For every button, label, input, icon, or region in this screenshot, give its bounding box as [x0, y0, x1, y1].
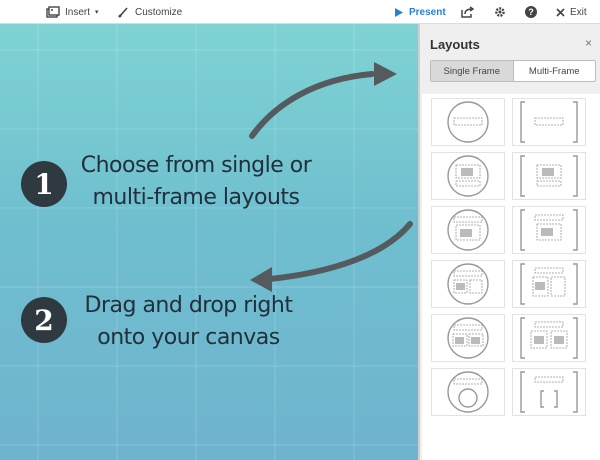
play-icon	[394, 7, 404, 18]
layout-preview-icon	[520, 317, 578, 359]
step-1-text: Choose from single or multi-frame layout…	[76, 150, 316, 214]
canvas[interactable]: 1 Choose from single or multi-frame layo…	[0, 24, 418, 460]
layout-preview-icon	[447, 101, 489, 143]
layout-preview-icon	[520, 263, 578, 305]
insert-menu[interactable]: Insert ▾	[46, 0, 99, 24]
panel-title: Layouts	[430, 37, 480, 52]
close-icon	[556, 7, 565, 17]
layout-list	[422, 94, 600, 460]
present-button[interactable]: Present	[394, 0, 446, 24]
layout-preview-icon	[520, 209, 578, 251]
chevron-down-icon: ▾	[95, 9, 99, 16]
layout-preview-icon	[447, 263, 489, 305]
layout-thumb-circle-title-two-images[interactable]	[431, 314, 505, 362]
frame-tabs: Single Frame Multi-Frame	[430, 60, 596, 82]
exit-label: Exit	[570, 6, 587, 18]
help-button[interactable]: ?	[525, 0, 537, 24]
layout-thumb-circle-title-image[interactable]	[431, 206, 505, 254]
layout-thumb-circle-title-image-text[interactable]	[431, 260, 505, 308]
layouts-panel: Layouts × Single Frame Multi-Frame	[418, 24, 600, 460]
insert-label: Insert	[65, 6, 91, 18]
gear-icon	[494, 6, 506, 18]
brush-icon	[118, 6, 130, 18]
present-label: Present	[409, 6, 446, 18]
arrow-icon	[249, 62, 413, 292]
svg-text:?: ?	[528, 7, 534, 17]
exit-button[interactable]: Exit	[556, 0, 587, 24]
layout-thumb-circle-title-subcircle[interactable]	[431, 368, 505, 416]
customize-label: Customize	[135, 6, 183, 18]
step-2-line-2: onto your canvas	[97, 325, 280, 350]
step-2-text: Drag and drop right onto your canvas	[76, 290, 301, 354]
share-button[interactable]	[461, 0, 474, 24]
customize-button[interactable]: Customize	[118, 0, 182, 24]
layout-thumb-circle-title[interactable]	[431, 98, 505, 146]
step-1-line-1: Choose from single or	[80, 153, 312, 178]
help-icon: ?	[525, 6, 537, 18]
layout-preview-icon	[520, 155, 578, 197]
layout-thumb-bracket-title-two-images[interactable]	[512, 314, 586, 362]
insert-icon	[46, 6, 60, 18]
layout-thumb-bracket-title-image-text[interactable]	[512, 260, 586, 308]
top-toolbar: Insert ▾ Customize Present ? Exit	[0, 0, 600, 24]
step-1-line-2: multi-frame layouts	[92, 185, 301, 210]
tab-multi-frame[interactable]: Multi-Frame	[514, 61, 596, 81]
layout-thumb-bracket-image-caption[interactable]	[512, 152, 586, 200]
layout-preview-icon	[447, 317, 489, 359]
step-2-line-1: Drag and drop right	[84, 293, 293, 318]
layout-thumb-circle-image-caption[interactable]	[431, 152, 505, 200]
layout-preview-icon	[447, 371, 489, 413]
close-icon[interactable]: ×	[585, 36, 592, 50]
layout-preview-icon	[520, 101, 578, 143]
layout-thumb-bracket-title-image[interactable]	[512, 206, 586, 254]
step-1-badge: 1	[21, 161, 67, 207]
layout-thumb-bracket-title-subbracket[interactable]	[512, 368, 586, 416]
layout-thumb-bracket-title[interactable]	[512, 98, 586, 146]
layout-preview-icon	[520, 371, 578, 413]
layout-preview-icon	[447, 155, 489, 197]
layout-preview-icon	[447, 209, 489, 251]
share-icon	[461, 6, 474, 18]
settings-button[interactable]	[494, 0, 506, 24]
step-2-badge: 2	[21, 297, 67, 343]
tab-single-frame[interactable]: Single Frame	[431, 61, 514, 81]
